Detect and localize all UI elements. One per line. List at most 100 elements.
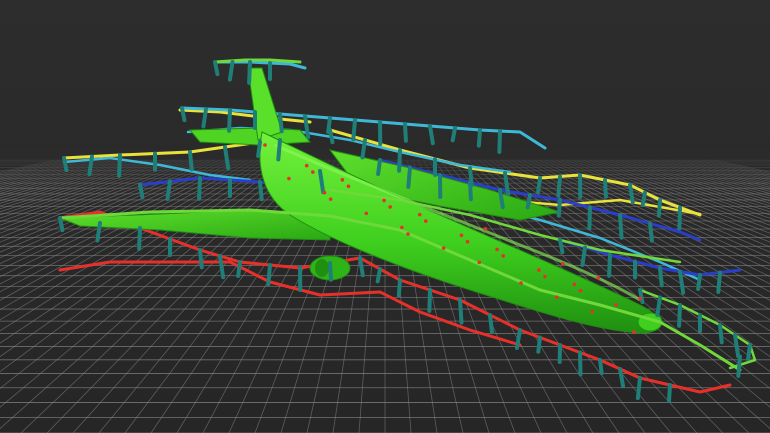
vector-marker — [403, 122, 408, 143]
vector-marker — [656, 198, 662, 218]
vector-marker — [351, 118, 357, 142]
sample-point — [322, 190, 327, 195]
vector-marker — [667, 383, 672, 403]
grid-line-v — [0, 159, 89, 183]
vector-marker — [458, 298, 464, 325]
sample-point — [483, 227, 488, 231]
vector-marker — [618, 213, 624, 240]
sample-point — [578, 288, 583, 293]
sample-point — [554, 295, 559, 299]
vector-marker — [716, 270, 722, 294]
grid-line-v — [0, 159, 94, 184]
grid-line-v — [20, 159, 309, 433]
vector-marker — [427, 288, 432, 313]
vector-marker — [497, 129, 502, 154]
scene-canvas[interactable] — [0, 0, 770, 433]
sample-point — [537, 268, 541, 272]
sample-point — [400, 225, 404, 230]
vector-marker — [62, 156, 69, 173]
sample-point — [596, 276, 601, 280]
sample-point — [441, 246, 446, 250]
vector-marker — [197, 176, 202, 201]
vector-marker — [736, 354, 742, 378]
vector-marker — [638, 288, 645, 305]
sample-point — [560, 261, 565, 266]
vector-marker — [536, 176, 542, 195]
grid-line-v — [0, 159, 199, 238]
grid-line-v — [0, 159, 144, 204]
vector-marker — [87, 154, 94, 176]
vector-marker — [201, 107, 208, 129]
grid-line-v — [0, 159, 133, 199]
vector-marker — [578, 350, 583, 377]
vector-marker — [256, 140, 262, 159]
grid-line-v — [0, 159, 243, 285]
vector-marker — [648, 221, 654, 243]
vector-marker — [718, 323, 724, 345]
sample-point — [311, 170, 315, 174]
sample-point — [495, 247, 499, 252]
vector-marker — [746, 343, 752, 362]
vector-marker — [198, 248, 204, 270]
sample-point — [519, 281, 523, 285]
vector-marker — [376, 158, 382, 177]
vector-marker — [95, 221, 102, 243]
sample-point — [263, 143, 267, 147]
vector-marker — [607, 253, 612, 278]
sample-point — [287, 176, 291, 181]
vector-marker — [396, 278, 402, 298]
vector-marker — [468, 180, 473, 202]
vector-marker — [450, 126, 457, 143]
vector-marker — [236, 260, 242, 279]
3d-viewport[interactable] — [0, 0, 770, 433]
vector-marker — [258, 180, 264, 202]
vector-marker — [655, 295, 662, 317]
sample-point — [388, 205, 392, 209]
vector-marker — [678, 269, 686, 295]
vector-marker — [328, 261, 333, 282]
vector-marker — [303, 114, 311, 140]
vector-marker — [677, 303, 682, 328]
grid-line-v — [0, 159, 248, 293]
sample-point — [459, 233, 464, 238]
grid-line-v — [0, 159, 72, 178]
vector-marker — [556, 174, 562, 198]
sample-point — [632, 330, 636, 334]
sample-point — [638, 296, 642, 301]
grid-line-v — [698, 159, 770, 178]
vector-marker — [180, 106, 187, 123]
vector-marker — [498, 188, 505, 210]
sample-point — [614, 303, 618, 307]
grid-line-v — [0, 159, 177, 223]
vector-marker — [266, 263, 272, 287]
vector-marker — [536, 335, 542, 354]
vector-marker — [406, 165, 412, 189]
vector-marker — [628, 183, 635, 205]
vector-marker — [360, 138, 367, 160]
sample-point — [424, 219, 428, 223]
grid-line-v — [0, 159, 193, 234]
vector-marker — [587, 205, 592, 231]
sample-point — [543, 274, 547, 279]
sample-point — [364, 211, 369, 216]
vector-marker — [428, 124, 435, 146]
vector-marker — [328, 128, 335, 145]
vector-marker — [558, 238, 565, 255]
grid-line-v — [0, 159, 127, 197]
vector-marker — [137, 226, 142, 251]
vector-marker — [677, 205, 682, 231]
sample-point — [406, 232, 410, 236]
vector-marker — [213, 60, 220, 77]
vector-marker — [188, 150, 194, 172]
vector-marker — [58, 216, 65, 233]
vector-marker — [603, 178, 608, 199]
sample-point — [382, 198, 386, 203]
sample-point — [346, 184, 351, 189]
sample-point — [501, 254, 505, 258]
vector-marker — [227, 108, 232, 133]
vector-marker — [278, 112, 284, 134]
aircraft-stabilizer — [188, 127, 312, 146]
sample-point — [465, 239, 470, 244]
grid-line-v — [46, 159, 314, 433]
vector-marker — [276, 138, 282, 162]
